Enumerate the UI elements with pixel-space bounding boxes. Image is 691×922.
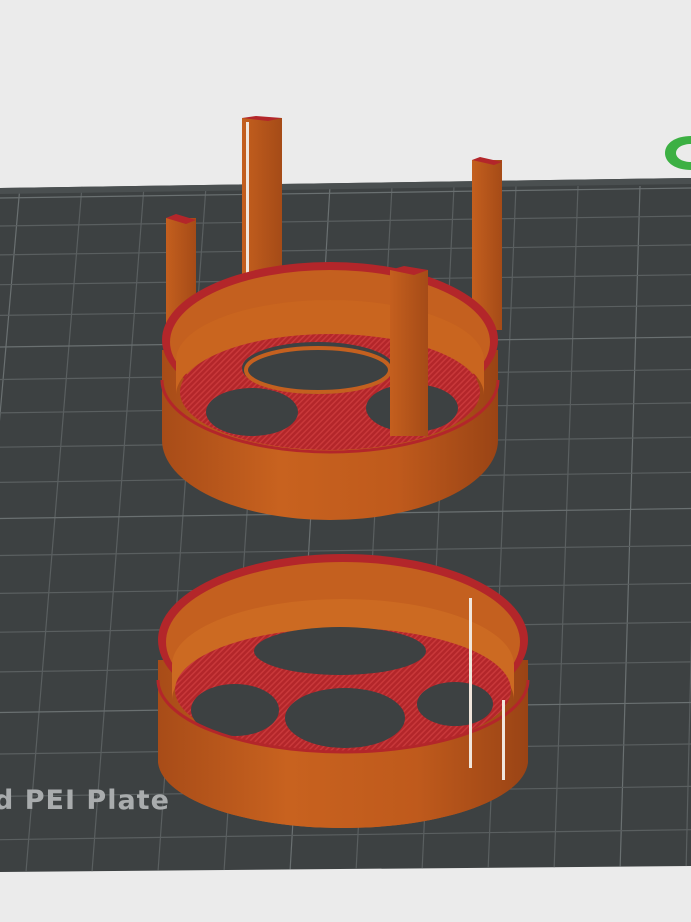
- bambu-logo-icon: [665, 136, 691, 170]
- model-lower-ring[interactable]: [156, 554, 530, 828]
- post-front-right: [390, 266, 428, 436]
- post-back-left: [242, 116, 282, 288]
- model-upper-ring[interactable]: [160, 116, 502, 520]
- 3d-viewport[interactable]: d PEI Plate: [0, 0, 691, 922]
- plate-label: d PEI Plate: [0, 785, 170, 816]
